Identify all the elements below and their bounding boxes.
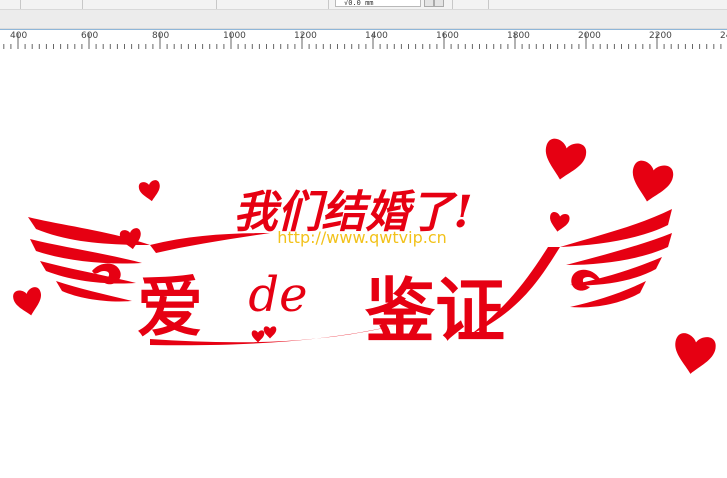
ruler-label: 24 — [720, 31, 727, 41]
heart-icon — [263, 326, 277, 339]
heart-icon — [11, 286, 45, 319]
heart-icon — [138, 179, 163, 203]
toolbar: √0.0 mm — [0, 0, 727, 10]
ruler-label: 1600 — [436, 31, 459, 41]
toolbar-separator — [452, 0, 453, 9]
ruler-label: 1200 — [294, 31, 317, 41]
ruler-label: 2000 — [578, 31, 601, 41]
toolbar-separator — [216, 0, 217, 9]
ruler-label: 1400 — [365, 31, 388, 41]
spin-down-button[interactable] — [434, 0, 444, 7]
certificate-text: 鉴证 — [365, 270, 505, 352]
property-bar — [0, 10, 727, 29]
toolbar-separator — [20, 0, 21, 9]
ruler-ticks — [3, 33, 722, 49]
heart-icon — [627, 159, 675, 206]
ruler-label: 1800 — [507, 31, 530, 41]
ruler-label: 800 — [152, 31, 170, 41]
heart-icon — [251, 330, 265, 343]
ruler-label: 1000 — [223, 31, 246, 41]
ruler-label: 600 — [81, 31, 99, 41]
ruler-label: 400 — [10, 31, 28, 41]
drawing-canvas[interactable]: 我们结婚了! 爱 de 鉴证 http://www.qwtvip.cn — [0, 49, 727, 478]
watermark-text: http://www.qwtvip.cn — [277, 228, 447, 247]
toolbar-separator — [328, 0, 329, 9]
heart-icon — [540, 137, 588, 184]
de-text: de — [248, 267, 307, 323]
heart-icon — [670, 331, 718, 378]
zoom-field[interactable]: √0.0 mm — [335, 0, 421, 7]
heart-icon — [547, 211, 571, 234]
horizontal-ruler[interactable]: 400 600 800 1000 1200 1400 1600 1800 2000 2200 24 — [0, 29, 727, 50]
ruler-label: 2200 — [649, 31, 672, 41]
wedding-artwork: 我们结婚了! 爱 de 鉴证 http://www.qwtvip.cn — [11, 137, 718, 378]
spin-up-button[interactable] — [424, 0, 434, 7]
toolbar-separator — [82, 0, 83, 9]
love-character: 爱 — [137, 269, 203, 346]
toolbar-separator — [488, 0, 489, 9]
